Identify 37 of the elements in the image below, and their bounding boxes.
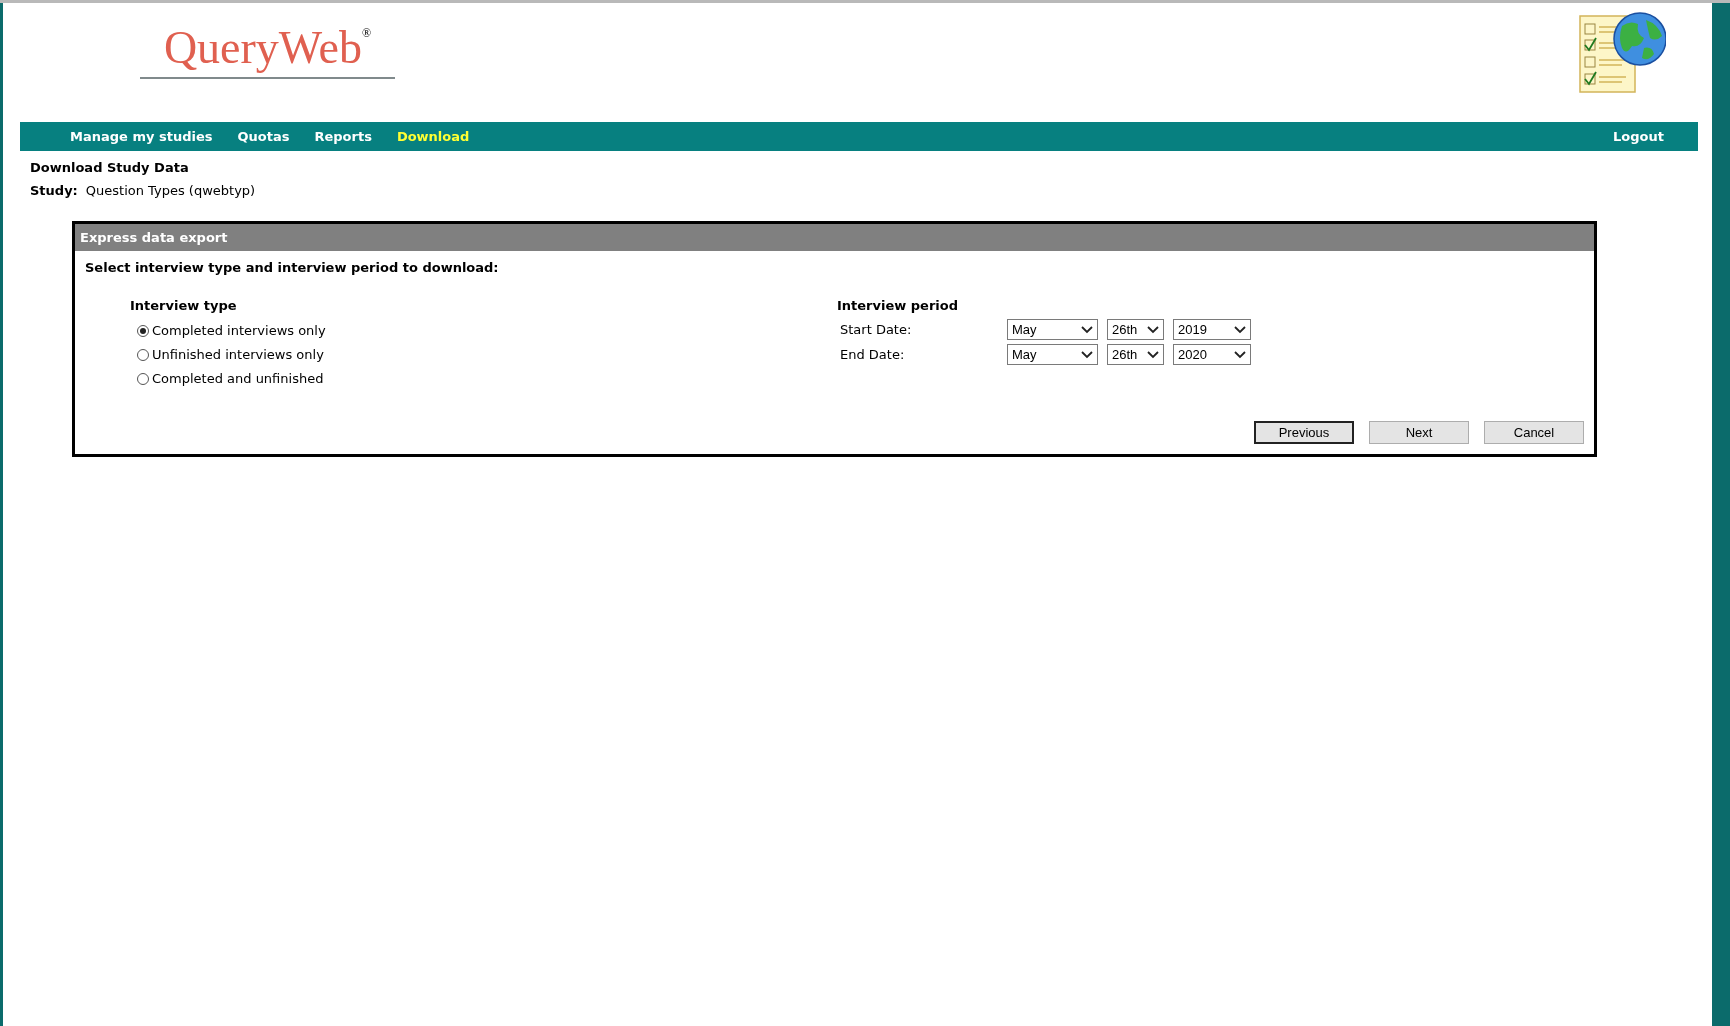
logout-link[interactable]: Logout: [1613, 126, 1664, 147]
form-button[interactable]: Cancel: [1484, 421, 1584, 444]
chevron-down-icon: [1081, 325, 1093, 334]
date-label: Start Date:: [840, 320, 913, 339]
nav-link[interactable]: Download: [396, 126, 470, 147]
form-button[interactable]: Next: [1369, 421, 1469, 444]
year-dropdown[interactable]: 2020: [1173, 344, 1251, 365]
checklist-globe-icon: [1578, 12, 1666, 94]
chevron-down-icon: [1147, 325, 1159, 334]
study-name: Question Types (qwebtyp): [85, 182, 256, 200]
radio-label: Unfinished interviews only: [152, 346, 324, 365]
nav-link[interactable]: Quotas: [237, 126, 290, 147]
queryweb-logo: QueryWeb®: [163, 21, 372, 75]
panel-header: Express data export: [75, 224, 1594, 251]
month-dropdown[interactable]: May: [1007, 319, 1098, 340]
radio-button[interactable]: [137, 349, 149, 361]
form-button[interactable]: Previous: [1254, 421, 1354, 444]
date-label: End Date:: [840, 345, 906, 364]
radio-label: Completed and unfinished: [152, 370, 324, 389]
study-label: Study:: [30, 182, 78, 200]
interview-type-heading: Interview type: [130, 297, 238, 315]
radio-button[interactable]: [137, 325, 149, 337]
chevron-down-icon: [1234, 325, 1246, 334]
radio-button[interactable]: [137, 373, 149, 385]
year-dropdown[interactable]: 2019: [1173, 319, 1251, 340]
page-title: Download Study Data: [30, 159, 190, 177]
nav-link[interactable]: Manage my studies: [70, 126, 213, 147]
chevron-down-icon: [1081, 350, 1093, 359]
chevron-down-icon: [1234, 350, 1246, 359]
radio-label: Completed interviews only: [152, 322, 326, 341]
chevron-down-icon: [1147, 350, 1159, 359]
month-dropdown[interactable]: May: [1007, 344, 1098, 365]
day-dropdown[interactable]: 26th: [1107, 319, 1164, 340]
instruction-text: Select interview type and interview period to download:: [85, 259, 500, 277]
day-dropdown[interactable]: 26th: [1107, 344, 1164, 365]
nav-link[interactable]: Reports: [314, 126, 372, 147]
interview-period-heading: Interview period: [837, 297, 960, 315]
